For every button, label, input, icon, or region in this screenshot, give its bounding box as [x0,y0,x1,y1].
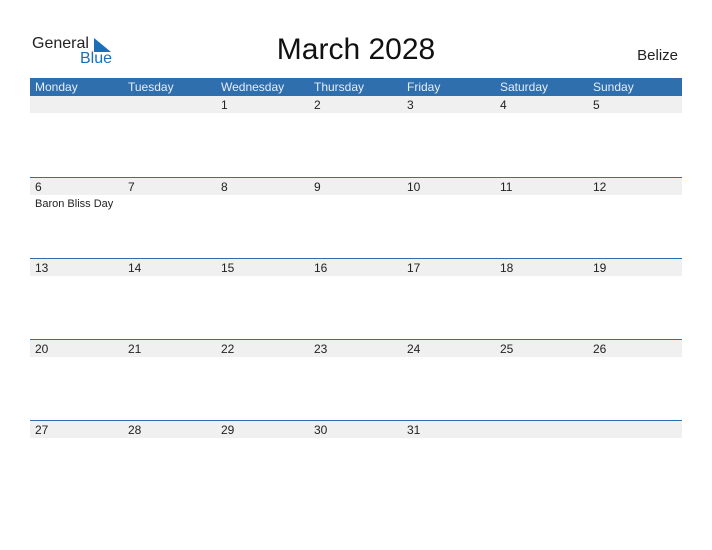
day-number: 2 [314,98,321,112]
country-label: Belize [637,47,678,64]
day-number: 20 [35,342,49,356]
day-number: 26 [593,342,607,356]
day-number: 19 [593,261,607,275]
calendar-title: March 2028 [276,33,436,66]
day-number: 13 [35,261,49,275]
weekday-label: Monday [35,80,78,94]
day-number: 4 [500,98,507,112]
day-number: 3 [407,98,414,112]
day-number: 6 [35,180,42,194]
weekday-label: Sunday [593,80,634,94]
day-number: 18 [500,261,514,275]
holiday-label: Baron Bliss Day [35,198,114,210]
day-number: 31 [407,423,421,437]
weekday-label: Tuesday [128,80,174,94]
weekday-label: Friday [407,80,441,94]
day-number: 16 [314,261,328,275]
day-number: 29 [221,423,235,437]
date-band [30,96,682,113]
weekday-header: Monday Tuesday Wednesday Thursday Friday… [30,78,682,96]
day-number: 28 [128,423,142,437]
day-number: 7 [128,180,135,194]
day-number: 30 [314,423,328,437]
day-number: 24 [407,342,421,356]
day-number: 27 [35,423,49,437]
weekday-label: Thursday [314,80,365,94]
day-number: 10 [407,180,421,194]
weekday-label: Wednesday [221,80,285,94]
day-number: 5 [593,98,600,112]
day-number: 25 [500,342,514,356]
day-number: 1 [221,98,228,112]
day-number: 8 [221,180,228,194]
day-number: 17 [407,261,421,275]
day-number: 11 [500,180,513,194]
day-number: 14 [128,261,142,275]
weekday-label: Saturday [500,80,549,94]
day-number: 12 [593,180,607,194]
day-number: 15 [221,261,235,275]
day-number: 22 [221,342,235,356]
day-number: 9 [314,180,321,194]
day-number: 23 [314,342,328,356]
day-number: 21 [128,342,142,356]
